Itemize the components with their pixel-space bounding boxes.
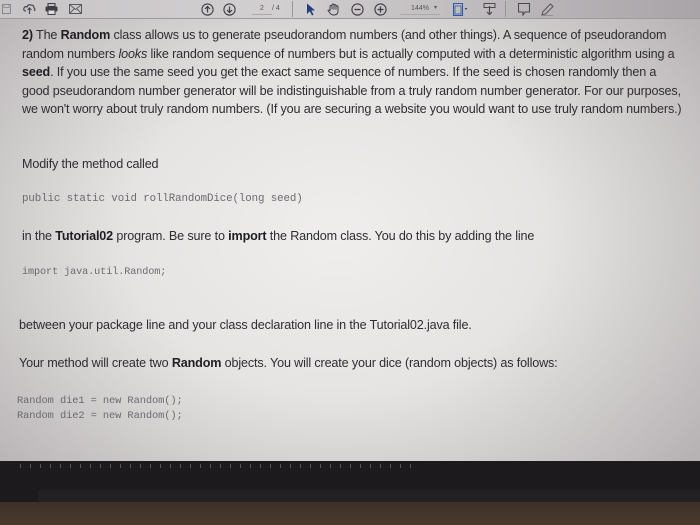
zoom-in-icon[interactable] xyxy=(373,2,387,16)
email-icon[interactable] xyxy=(68,2,82,16)
pdf-toolbar: 2 / 4 144% ▾ xyxy=(0,0,700,19)
next-line-glyph-tops xyxy=(0,464,700,470)
download-icon[interactable] xyxy=(482,2,496,16)
text-span: program. Be sure to xyxy=(113,229,229,243)
zoom-out-icon[interactable] xyxy=(350,2,364,16)
print-icon[interactable] xyxy=(44,2,58,16)
toolbar-divider xyxy=(505,1,506,17)
question-paragraph: 2) The Random class allows us to generat… xyxy=(22,26,682,119)
previous-page-icon[interactable] xyxy=(200,2,214,16)
select-cursor-icon[interactable] xyxy=(305,2,317,16)
code-method-signature: public static void rollRandomDice(long s… xyxy=(22,193,303,205)
text-span: in the xyxy=(22,229,56,243)
monitor-bezel-edge xyxy=(38,490,700,502)
pen-icon[interactable] xyxy=(540,2,554,16)
upload-cloud-icon[interactable] xyxy=(22,2,36,16)
toolbar-divider xyxy=(292,1,293,17)
bold-term: Random xyxy=(60,28,111,42)
desk-surface xyxy=(0,502,700,525)
text-span: objects. You will create your dice (rand… xyxy=(221,356,558,370)
bold-term: import xyxy=(228,229,267,243)
instruction-placement: between your package line and your class… xyxy=(19,318,472,332)
page-number-input[interactable]: 2 xyxy=(252,2,272,15)
bold-term: Random xyxy=(171,356,222,370)
code-import-line: import java.util.Random; xyxy=(22,267,167,278)
code-die1-line: Random die1 = new Random(); xyxy=(17,395,183,407)
bold-term: seed xyxy=(22,65,51,79)
question-number: 2) xyxy=(22,28,33,42)
italic-term: looks xyxy=(118,46,148,61)
text-span: Your method will create two xyxy=(19,356,172,370)
pdf-viewer-screen: 2 / 4 144% ▾ 2) The Random class allows … xyxy=(0,0,700,470)
bold-term: Tutorial02 xyxy=(55,229,114,243)
chevron-down-icon[interactable]: ▾ xyxy=(434,2,437,15)
code-die2-line: Random die2 = new Random(); xyxy=(17,410,183,422)
page-fit-icon[interactable] xyxy=(452,2,468,16)
next-page-icon[interactable] xyxy=(222,2,236,16)
text-span: . If you use the same seed you get the e… xyxy=(22,65,682,116)
instruction-modify: Modify the method called xyxy=(22,157,159,171)
page-total-label: / 4 xyxy=(272,5,280,12)
text-span: like random sequence of numbers but is a… xyxy=(147,46,675,61)
instruction-create-objects: Your method will create two Random objec… xyxy=(19,354,689,373)
hand-pan-icon[interactable] xyxy=(326,2,340,16)
instruction-import: in the Tutorial02 program. Be sure to im… xyxy=(22,227,682,246)
save-icon[interactable] xyxy=(1,2,11,16)
comment-icon[interactable] xyxy=(517,2,531,16)
text-span: The xyxy=(32,28,61,42)
text-span: the Random class. You do this by adding … xyxy=(266,229,535,243)
document-page: 2) The Random class allows us to generat… xyxy=(0,19,700,459)
